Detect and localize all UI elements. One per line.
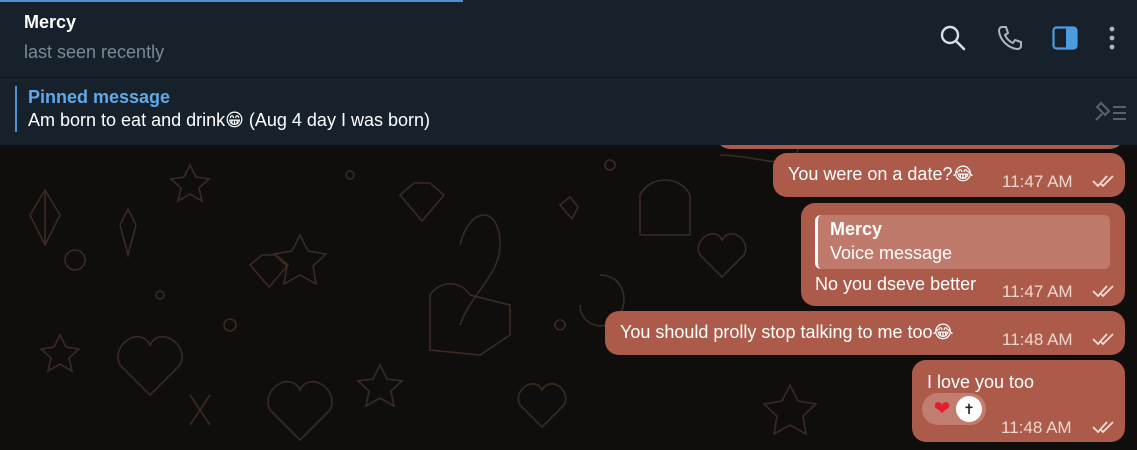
reply-author: Mercy — [830, 219, 883, 239]
message-text-main: You should prolly stop talking to me too — [620, 322, 933, 342]
message-text: You should prolly stop talking to me too… — [620, 322, 954, 343]
pinned-text-main: Am born to eat and drink — [28, 110, 226, 130]
message-bubble-reply[interactable]: Mercy Voice message No you dseve better … — [801, 203, 1125, 306]
message-bubble-with-reactions[interactable]: I love you too ❤ ✝ 11:48 AM — [912, 360, 1125, 442]
loading-progress-bar — [0, 0, 463, 2]
reply-quote[interactable]: Mercy Voice message — [815, 215, 1110, 269]
reactor-avatar: ✝ — [956, 396, 982, 422]
previous-message-bubble-edge — [716, 145, 1124, 149]
pinned-message-bar[interactable]: Pinned message Am born to eat and drink😁… — [0, 77, 1137, 145]
message-bubble[interactable]: You should prolly stop talking to me too… — [605, 311, 1125, 355]
pinned-accent-bar — [15, 86, 17, 132]
sidebar-toggle-icon[interactable] — [1051, 24, 1079, 52]
message-text-main: You were on a date? — [788, 164, 953, 184]
message-text: No you dseve better — [815, 274, 977, 294]
search-icon[interactable] — [939, 24, 967, 52]
message-time: 11:48 AM — [1001, 418, 1072, 437]
chat-area[interactable]: You were on a date?😂 11:47 AM Mercy Voic… — [0, 145, 1137, 450]
more-vertical-icon[interactable] — [1098, 24, 1126, 52]
heart-reaction-icon: ❤ — [933, 398, 951, 420]
reply-text: Voice message — [830, 243, 953, 263]
laugh-emoji: 😂 — [952, 164, 974, 185]
pinned-list-icon[interactable] — [1093, 99, 1129, 125]
phone-icon[interactable] — [996, 24, 1024, 52]
reactions-pill[interactable]: ❤ ✝ — [922, 393, 986, 425]
message-bubble[interactable]: You were on a date?😂 11:47 AM — [773, 153, 1125, 197]
double-check-icon — [1091, 283, 1117, 299]
pinned-title: Pinned message — [28, 87, 171, 107]
contact-name[interactable]: Mercy — [24, 12, 76, 33]
double-check-icon — [1091, 173, 1117, 189]
message-text: You were on a date?😂 — [788, 164, 974, 185]
pinned-text-tail: (Aug 4 day I was born) — [243, 110, 430, 130]
double-check-icon — [1091, 419, 1117, 435]
message-time: 11:47 AM — [1002, 172, 1073, 191]
double-check-icon — [1091, 331, 1117, 347]
message-text: I love you too — [927, 372, 1035, 392]
grin-emoji: 😁 — [225, 110, 244, 131]
chat-header: Mercy last seen recently — [0, 0, 1137, 77]
message-time: 11:48 AM — [1002, 330, 1073, 349]
pinned-text: Am born to eat and drink😁 (Aug 4 day I w… — [28, 110, 430, 131]
contact-status: last seen recently — [24, 42, 165, 62]
laugh-emoji: 😂 — [932, 322, 954, 343]
message-time: 11:47 AM — [1002, 282, 1073, 301]
